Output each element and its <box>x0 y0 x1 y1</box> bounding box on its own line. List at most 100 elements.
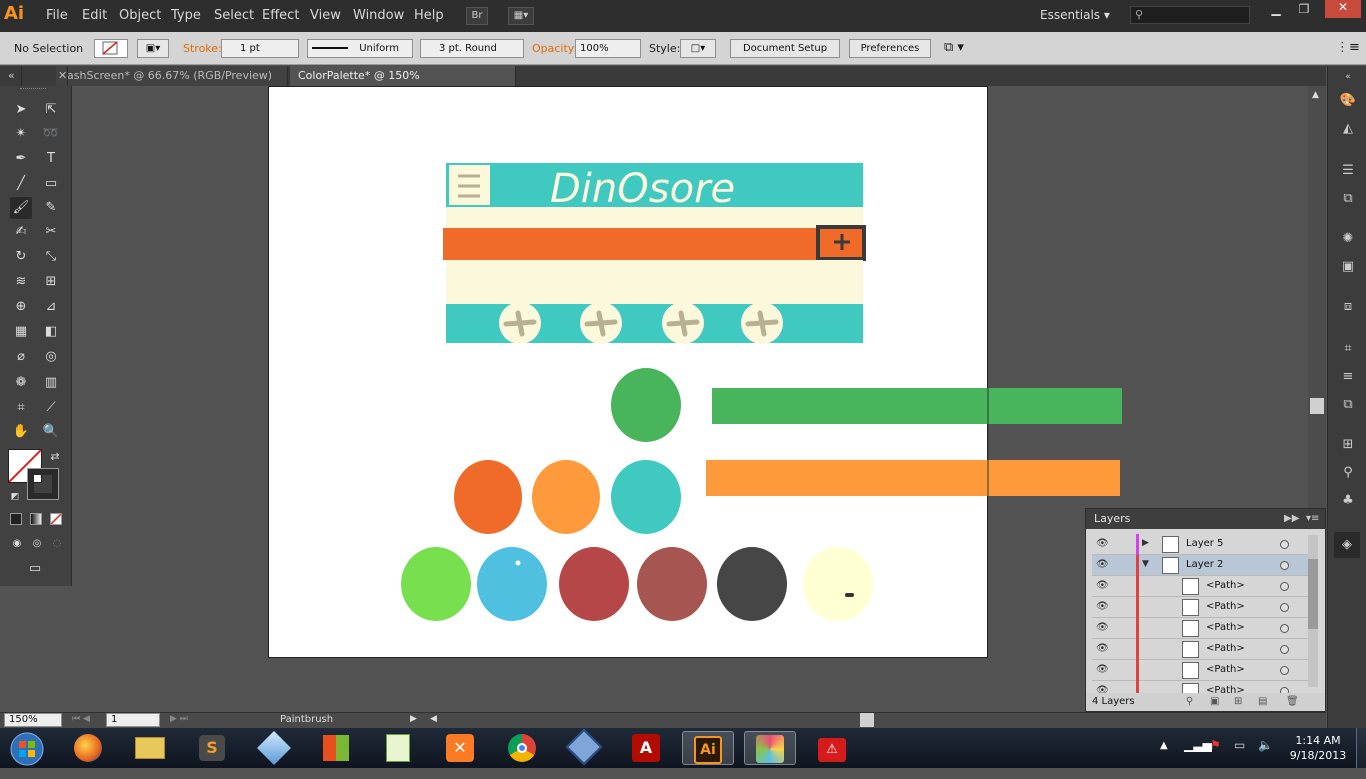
sublime-text-icon[interactable]: S <box>186 731 238 765</box>
target-circle-icon[interactable] <box>1280 645 1289 654</box>
network-icon[interactable]: ▁▃▅ <box>1184 738 1212 752</box>
layers-scroll-thumb[interactable] <box>1308 559 1318 629</box>
expand-panel-icon[interactable]: ▶▶ <box>1284 509 1299 529</box>
zoom-field[interactable]: 150% <box>4 713 62 727</box>
sublayer-row[interactable]: 👁 <Path> <box>1092 660 1308 681</box>
last-page-icon[interactable]: ▶ ⏭ <box>170 714 188 724</box>
layer-thumbnail <box>1182 599 1199 616</box>
target-circle-icon[interactable] <box>1280 603 1289 612</box>
gradient-panel-icon[interactable]: ⚲ <box>1338 464 1358 482</box>
teal-swatch <box>611 460 681 534</box>
orange-bar <box>706 460 1120 496</box>
flag-alert-icon[interactable]: ⚑ <box>1210 738 1221 752</box>
transform-icon[interactable]: ⌗ <box>1338 340 1358 358</box>
sublayer-row[interactable]: 👁 <Path> <box>1092 639 1308 660</box>
layers-panel-icon[interactable]: ◈ <box>1334 532 1360 558</box>
layer-name: <Path> <box>1206 580 1245 591</box>
layer-thumbnail <box>1182 620 1199 637</box>
scroll-left-icon[interactable]: ◀ <box>430 714 437 724</box>
symbols-icon[interactable]: ✺ <box>1338 230 1358 248</box>
page-value: 1 <box>111 714 118 725</box>
visibility-eye-icon[interactable]: 👁 <box>1096 601 1110 613</box>
current-tool-status: Paintbrush <box>280 714 334 725</box>
scroll-thumb[interactable] <box>1310 398 1324 414</box>
firefox-icon[interactable] <box>62 731 114 765</box>
adobe-reader-icon[interactable]: ⚠ <box>806 731 858 765</box>
sublayer-row[interactable]: 👁 <Path> <box>1092 576 1308 597</box>
green-swatch <box>611 368 681 442</box>
layers-scrollbar[interactable] <box>1308 535 1318 687</box>
color-panel-icon[interactable]: 🎨 <box>1338 92 1358 110</box>
office-icon[interactable] <box>310 731 362 765</box>
page-field[interactable]: 1 <box>106 713 160 727</box>
brown-swatch <box>637 547 707 621</box>
stroke-panel-icon[interactable]: ⊞ <box>1338 436 1358 454</box>
light-orange-swatch <box>532 460 600 534</box>
red-swatch <box>559 547 629 621</box>
make-clipping-mask-icon[interactable]: ▣ <box>1210 693 1219 711</box>
target-circle-icon[interactable] <box>1280 666 1289 675</box>
transparency-icon[interactable]: ♣ <box>1338 492 1358 510</box>
layer-color-bar <box>1136 555 1139 576</box>
swatches-icon[interactable]: ☰ <box>1338 162 1358 180</box>
illustrator-taskbar-icon[interactable]: Ai <box>682 731 734 765</box>
battery-icon[interactable]: ▭ <box>1234 738 1245 752</box>
scroll-up-icon[interactable]: ▲ <box>1312 90 1319 100</box>
visibility-eye-icon[interactable]: 👁 <box>1096 580 1110 592</box>
target-circle-icon[interactable] <box>1280 582 1289 591</box>
locate-object-icon[interactable]: ⚲ <box>1186 693 1193 711</box>
virtualbox-icon[interactable] <box>558 728 610 766</box>
lime-swatch <box>401 547 471 621</box>
visibility-eye-icon[interactable]: 👁 <box>1096 538 1110 550</box>
appearance-icon[interactable]: ⧈ <box>1338 298 1358 316</box>
color-guide-icon[interactable]: ◭ <box>1338 120 1358 138</box>
content-area-graphic <box>446 260 863 304</box>
align-icon[interactable]: ≡ <box>1338 368 1358 386</box>
volume-icon[interactable]: 🔈 <box>1258 738 1273 752</box>
target-circle-icon[interactable] <box>1280 561 1289 570</box>
collapsed-triangle-icon[interactable]: ▶ <box>1142 538 1149 548</box>
expanded-triangle-icon[interactable]: ▼ <box>1142 559 1149 569</box>
new-sublayer-icon[interactable]: ⊞ <box>1234 693 1242 711</box>
show-desktop-button[interactable] <box>1356 728 1366 768</box>
chrome-icon[interactable] <box>496 731 548 765</box>
charcoal-swatch <box>717 547 787 621</box>
brushes-icon[interactable]: ⧉ <box>1338 190 1358 208</box>
layer-name: <Path> <box>1206 664 1245 675</box>
palette-app-icon[interactable] <box>744 731 796 765</box>
layers-panel: Layers ▶▶ ▾≡ 👁 ▶ Layer 5 👁 ▼ Layer 2 👁 <Path> 👁 <… <box>1085 508 1326 712</box>
layer-row[interactable]: 👁 ▼ Layer 2 <box>1092 555 1308 576</box>
first-page-icon[interactable]: ⏮ ◀ <box>72 714 90 724</box>
virtual-box-cube-icon[interactable] <box>248 731 300 765</box>
zoom-value: 150% <box>9 714 38 725</box>
target-circle-icon[interactable] <box>1280 540 1289 549</box>
graphic-styles-icon[interactable]: ▣ <box>1338 258 1358 276</box>
pathfinder-icon[interactable]: ⧉ <box>1338 396 1358 414</box>
system-clock[interactable]: 1:14 AM 9/18/2013 <box>1286 733 1350 763</box>
delete-layer-icon[interactable]: 🗑 <box>1286 693 1299 711</box>
layer-name: <Path> <box>1206 643 1245 654</box>
sublayer-row[interactable]: 👁 <Path> <box>1092 597 1308 618</box>
sublayer-row[interactable]: 👁 <Path> <box>1092 618 1308 639</box>
visibility-eye-icon[interactable]: 👁 <box>1096 559 1110 571</box>
notepad-plus-icon[interactable] <box>372 731 424 765</box>
new-layer-icon[interactable]: ▤ <box>1258 693 1267 711</box>
clock-date: 9/18/2013 <box>1289 749 1347 762</box>
xampp-icon[interactable]: ✕ <box>434 731 486 765</box>
acrobat-icon[interactable]: A <box>620 731 672 765</box>
start-button-icon[interactable] <box>2 731 52 766</box>
visibility-eye-icon[interactable]: 👁 <box>1096 622 1110 634</box>
layer-thumbnail <box>1162 557 1179 574</box>
target-circle-icon[interactable] <box>1280 624 1289 633</box>
layer-name: <Path> <box>1206 622 1245 633</box>
show-hidden-icons-icon[interactable]: ▲ <box>1160 740 1168 751</box>
collapse-dock-icon[interactable]: « <box>1338 68 1358 86</box>
visibility-eye-icon[interactable]: 👁 <box>1096 643 1110 655</box>
file-explorer-icon[interactable] <box>124 731 176 765</box>
visibility-eye-icon[interactable]: 👁 <box>1096 664 1110 676</box>
status-menu-icon[interactable]: ▶ <box>410 714 417 724</box>
layer-row[interactable]: 👁 ▶ Layer 5 <box>1092 534 1308 555</box>
horizontal-scroll-thumb[interactable] <box>860 713 874 727</box>
search-bar-graphic <box>443 228 818 260</box>
panel-menu-icon[interactable]: ▾≡ <box>1306 509 1319 529</box>
